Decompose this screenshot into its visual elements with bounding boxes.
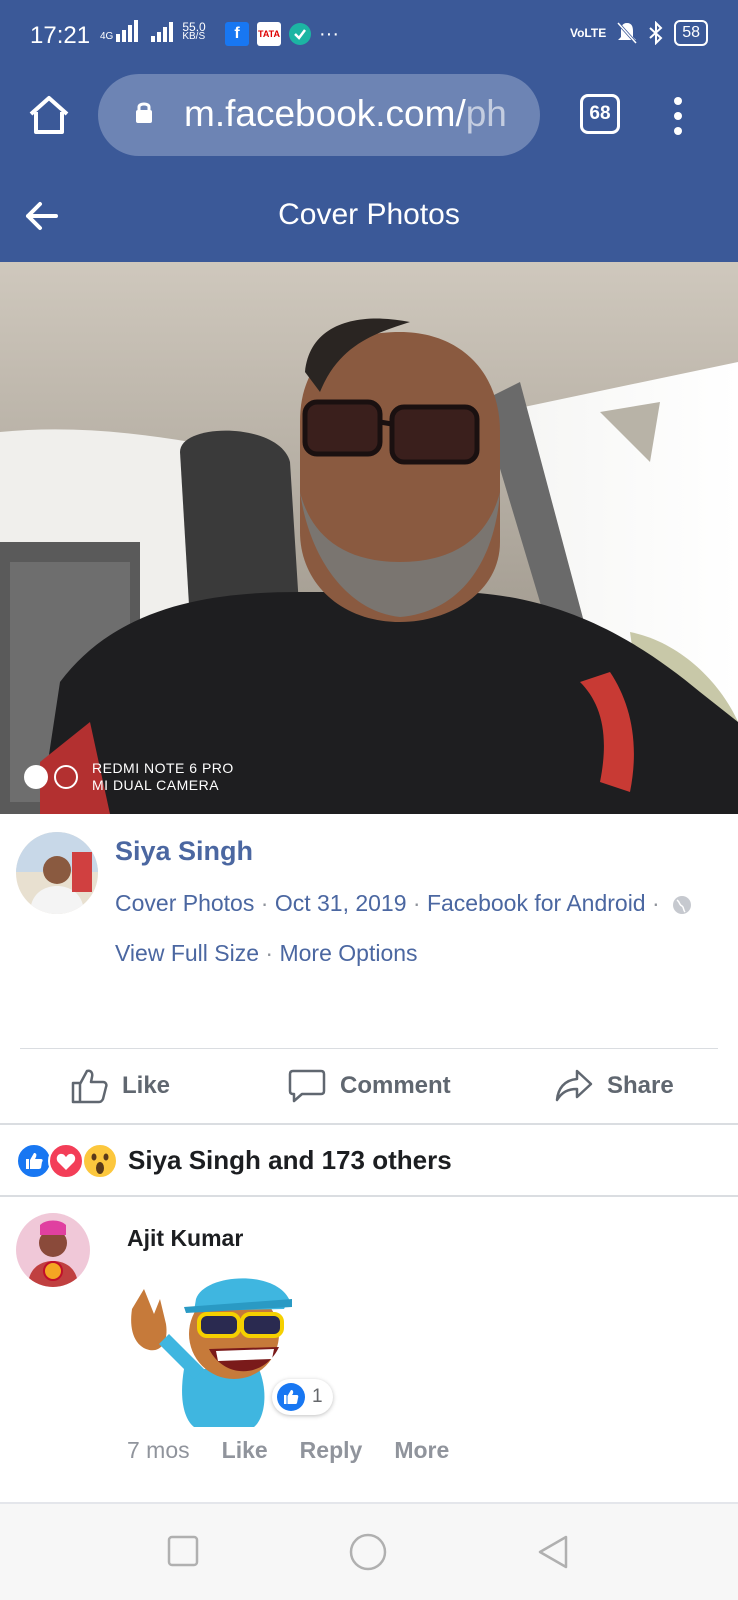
page-header: Cover Photos	[0, 172, 738, 262]
home-circle-icon[interactable]	[348, 1532, 388, 1572]
tata-sky-notification-icon: TATA	[257, 22, 281, 46]
back-triangle-icon[interactable]	[536, 1534, 570, 1570]
network-type: 4G	[100, 31, 114, 42]
system-navigation-bar	[0, 1504, 738, 1600]
recents-square-icon[interactable]	[166, 1534, 200, 1568]
comment-bubble-icon	[288, 1069, 326, 1103]
network-speed: 55.0 KB/S	[182, 20, 206, 42]
signal-icon	[116, 20, 139, 42]
more-dots-icon: ···	[319, 22, 339, 45]
more-options-link[interactable]: More Options	[279, 940, 417, 966]
comment-like-link[interactable]: Like	[222, 1437, 268, 1464]
lock-icon	[136, 102, 152, 123]
browser-toolbar: m.facebook.com/ph 68	[0, 74, 738, 172]
signal-icon-2	[151, 20, 174, 42]
signal-indicators: 4G 55.0 KB/S	[100, 20, 206, 42]
comment-item: Ajit Kumar 1 7 mos Like Reply More	[0, 1197, 738, 1497]
mute-bell-icon	[617, 21, 638, 45]
overflow-menu-icon[interactable]	[670, 96, 686, 136]
comment-reply-link[interactable]: Reply	[300, 1437, 363, 1464]
globe-icon	[673, 895, 692, 914]
watermark-dot-icon	[24, 765, 48, 789]
verified-check-icon	[289, 23, 311, 45]
sticker-image	[131, 1278, 292, 1427]
bluetooth-icon	[649, 21, 663, 45]
post-actions: Like Comment Share	[0, 1049, 738, 1123]
avatar[interactable]	[16, 1213, 90, 1287]
address-bar[interactable]: m.facebook.com/ph	[98, 74, 540, 156]
camera-watermark: REDMI NOTE 6 PRO MI DUAL CAMERA	[24, 760, 234, 794]
comment-actions: 7 mos Like Reply More	[127, 1437, 449, 1464]
post-author[interactable]: Siya Singh	[115, 836, 253, 867]
comment-reaction-badge[interactable]: 1	[272, 1379, 333, 1415]
view-full-size-link[interactable]: View Full Size	[115, 940, 259, 966]
volte-icon: VoLTE	[569, 26, 607, 40]
battery-icon: 58	[674, 20, 708, 46]
like-reaction-icon	[277, 1383, 305, 1411]
comment-author[interactable]: Ajit Kumar	[127, 1225, 243, 1252]
share-arrow-icon	[555, 1069, 593, 1102]
share-button[interactable]: Share	[555, 1067, 674, 1105]
comment-more-link[interactable]: More	[394, 1437, 449, 1464]
thumbs-up-icon	[71, 1069, 108, 1104]
reactions-summary[interactable]: Siya Singh and 173 others	[0, 1125, 738, 1195]
photo-options: View Full Size · More Options	[115, 940, 418, 966]
watermark-ring-icon	[54, 765, 78, 789]
reactions-text[interactable]: Siya Singh and 173 others	[128, 1145, 452, 1176]
status-time: 17:21	[30, 22, 91, 49]
system-icons: VoLTE 58	[570, 20, 708, 46]
comment-button[interactable]: Comment	[288, 1067, 451, 1105]
status-bar: 17:21 4G 55.0 KB/S f TATA ··· VoLTE 58	[0, 0, 738, 74]
post-date[interactable]: Oct 31, 2019	[275, 890, 407, 916]
cover-photo-image	[0, 262, 738, 814]
comment-time: 7 mos	[127, 1437, 190, 1463]
url-text[interactable]: m.facebook.com/ph	[184, 93, 507, 135]
avatar[interactable]	[16, 832, 98, 914]
like-button[interactable]: Like	[70, 1067, 170, 1105]
post-details: Cover Photos · Oct 31, 2019 · Facebook f…	[115, 890, 692, 917]
reaction-icons	[16, 1143, 118, 1179]
album-link[interactable]: Cover Photos	[115, 890, 254, 916]
source-link[interactable]: Facebook for Android	[427, 890, 646, 916]
cover-photo[interactable]	[0, 262, 738, 814]
facebook-notification-icon: f	[225, 22, 249, 46]
page-title: Cover Photos	[278, 198, 460, 231]
home-icon[interactable]	[26, 92, 72, 138]
tab-switcher-button[interactable]: 68	[580, 94, 620, 134]
watermark-text: REDMI NOTE 6 PRO MI DUAL CAMERA	[92, 760, 234, 793]
notification-icons: f TATA ···	[225, 22, 339, 46]
